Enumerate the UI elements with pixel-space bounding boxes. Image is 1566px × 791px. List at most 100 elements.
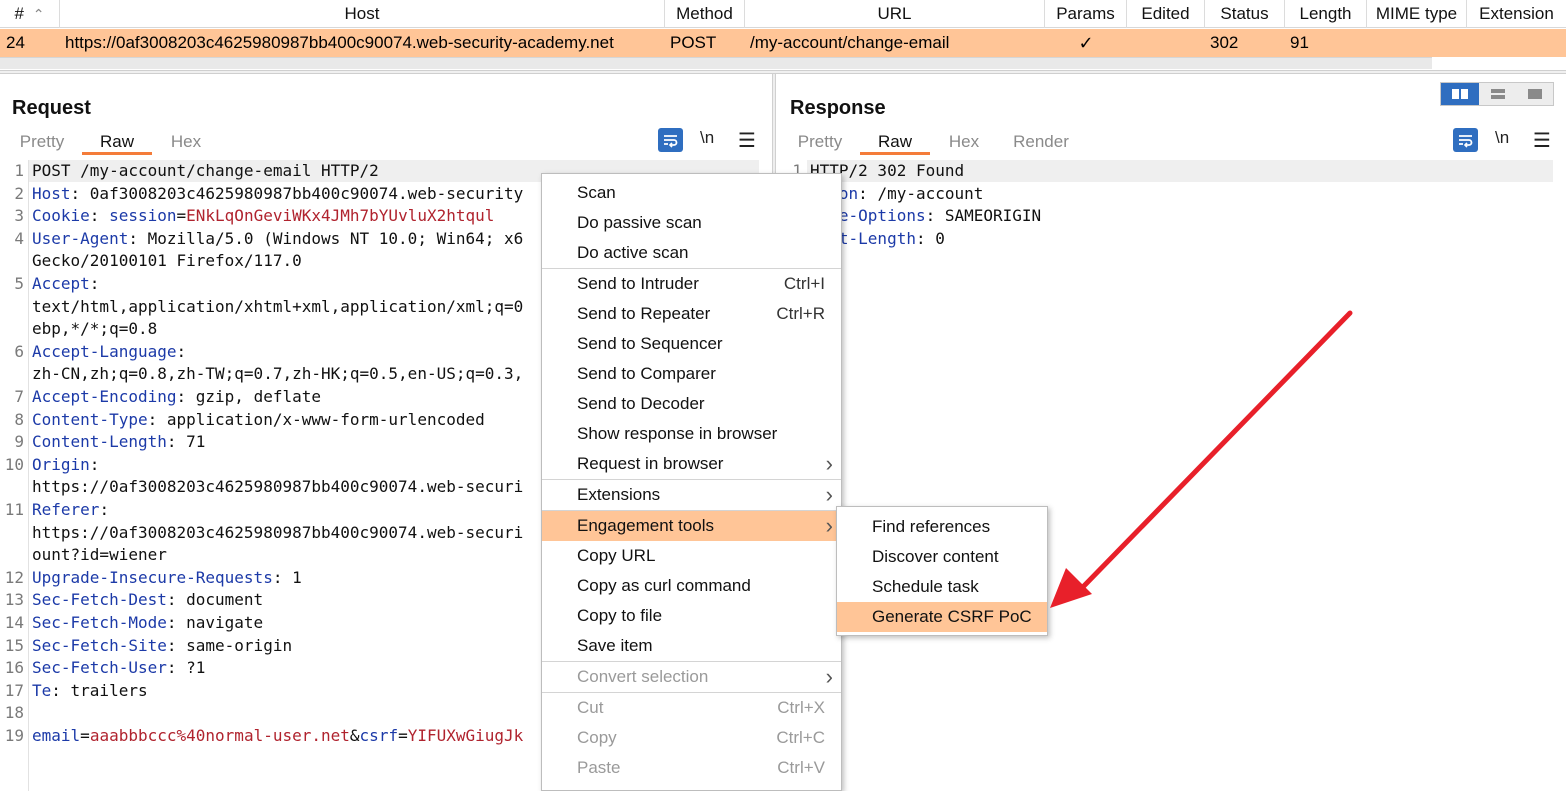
code-token: : 0 [915,228,945,248]
code-token: : 71 [166,432,206,452]
header-name: User-Agent [32,228,129,248]
tab-pretty[interactable]: Pretty [792,129,848,155]
column-header-url[interactable]: URL [745,0,1045,28]
column-header-params[interactable]: Params [1045,0,1127,28]
header-name: Te [32,680,52,700]
submenu-item-schedule-task[interactable]: Schedule task [837,572,1047,602]
code-token: : Mozilla/5.0 (Windows NT 10.0; Win64; x… [128,228,524,248]
sort-up-icon: ⌃ [32,6,45,22]
line-number: 13 [4,590,24,610]
line-number: 3 [14,206,24,226]
menu-item-shortcut: Ctrl+I [783,274,825,293]
wrap-lines-icon[interactable] [658,128,683,152]
single-view-button[interactable] [1517,83,1554,105]
menu-item-save-item[interactable]: Save item [542,631,841,661]
code-token: ebp,*/*;q=0.8 [32,319,158,339]
code-text: email=aaabbbccc%40normal-user.net&csrf=Y… [32,725,523,747]
menu-item-label: Send to Decoder [577,394,705,413]
menu-item-send-to-intruder[interactable]: Send to Intruder Ctrl+I [542,269,841,299]
code-text: Sec-Fetch-Site: same-origin [32,635,292,657]
menu-item-do-passive-scan[interactable]: Do passive scan [542,208,841,238]
code-token: https://0af3008203c4625980987bb400c90074… [32,522,524,542]
code-text: Sec-Fetch-Dest: document [32,589,263,611]
code-text: Origin: [32,454,99,476]
menu-item-shortcut: Ctrl+V [777,758,825,777]
column-header-status[interactable]: Status [1205,0,1285,28]
header-name: session [109,206,177,226]
menu-item-label: Send to Intruder [577,274,699,293]
header-name: Accept [32,274,90,293]
menu-item-convert-selection: Convert selection › [542,662,841,692]
split-vertical-view-button[interactable] [1479,83,1517,105]
row-length: 91 [1290,33,1309,52]
tab-render[interactable]: Render [1008,129,1074,155]
view-toggle [1440,82,1554,106]
code-token: zh-CN,zh;q=0.8,zh-TW;q=0.7,zh-HK;q=0.5,e… [32,364,524,384]
code-token: = [176,206,187,226]
hamburger-menu-icon[interactable]: ☰ [1533,128,1551,153]
submenu-item-find-references[interactable]: Find references [837,512,1047,542]
param-value: YIFUXwGiugJk [407,726,524,745]
menu-item-copy-as-curl-command[interactable]: Copy as curl command [542,571,841,601]
line-number: 8 [14,409,24,429]
menu-item-cut: Cut Ctrl+X [542,693,841,723]
line-number: 11 [4,500,24,519]
wrap-lines-icon[interactable] [1453,128,1478,152]
column-header-extension[interactable]: Extension [1467,0,1566,28]
submenu-item-discover-content[interactable]: Discover content [837,542,1047,572]
menu-item-send-to-comparer[interactable]: Send to Comparer [542,359,841,389]
table-row[interactable]: 24 https://0af3008203c4625980987bb400c90… [0,29,1566,57]
code-token: ount?id=wiener [32,545,167,565]
menu-item-engagement-tools[interactable]: Engagement tools › [542,511,841,541]
menu-item-label: Save item [577,636,653,655]
menu-item-send-to-decoder[interactable]: Send to Decoder [542,389,841,419]
code-text: ebp,*/*;q=0.8 [32,318,157,340]
tab-hex[interactable]: Hex [940,129,988,155]
split-horizontal-view-button[interactable] [1441,83,1479,105]
code-token: : [99,500,110,519]
code-text: Sec-Fetch-Mode: navigate [32,612,263,634]
column-header-method[interactable]: Method [665,0,745,28]
response-editor[interactable]: 1HTTP/2 302 Foundation: /my-accountrame-… [778,160,1556,791]
column-header-host[interactable]: Host [60,0,665,28]
code-token: : [89,206,110,226]
menu-item-label: Copy [577,728,617,747]
submenu-item-generate-csrf-poc[interactable]: Generate CSRF PoC [837,602,1047,632]
menu-item-send-to-sequencer[interactable]: Send to Sequencer [542,329,841,359]
code-text: Accept-Language: [32,341,186,363]
newline-toggle-button[interactable]: \n [1495,128,1509,148]
menu-item-send-to-repeater[interactable]: Send to Repeater Ctrl+R [542,299,841,329]
menu-item-request-in-browser[interactable]: Request in browser › [542,449,841,479]
row-extension [1472,29,1562,57]
menu-item-show-response-in-browser[interactable]: Show response in browser [542,419,841,449]
param-value: ENkLqOnGeviWKx4JMh7bYUvluX2htqul [186,206,495,226]
code-token: https://0af3008203c4625980987bb400c90074… [32,477,524,497]
tab-hex[interactable]: Hex [162,129,210,155]
menu-item-label: Extensions [577,485,661,504]
horizontal-scrollbar[interactable] [0,57,1432,69]
code-token: : SAMEORIGIN [925,206,1042,226]
column-header-mime-type[interactable]: MIME type [1367,0,1467,28]
column-header-number[interactable]: # ⌃ [0,0,60,28]
hamburger-menu-icon[interactable]: ☰ [738,128,756,153]
menu-item-scan[interactable]: Scan [542,178,841,208]
tab-raw[interactable]: Raw [860,129,930,155]
menu-item-extensions[interactable]: Extensions › [542,480,841,510]
submenu-item-label: Discover content [872,547,999,566]
column-header-length[interactable]: Length [1285,0,1367,28]
pane-divider[interactable] [0,70,1566,74]
line-number: 16 [4,658,24,678]
tab-raw[interactable]: Raw [82,129,152,155]
menu-item-copy-url[interactable]: Copy URL [542,541,841,571]
newline-toggle-button[interactable]: \n [700,128,714,148]
column-header-edited[interactable]: Edited [1127,0,1205,28]
code-text: Accept-Encoding: gzip, deflate [32,386,321,408]
row-edited [1127,29,1205,57]
menu-item-do-active-scan[interactable]: Do active scan [542,238,841,268]
code-token: : ?1 [166,658,206,678]
code-text: Cookie: session=ENkLqOnGeviWKx4JMh7bYUvl… [32,205,494,227]
menu-item-label: Paste [577,758,621,777]
line-number: 5 [14,274,24,293]
tab-pretty[interactable]: Pretty [14,129,70,155]
menu-item-copy-to-file[interactable]: Copy to file [542,601,841,631]
